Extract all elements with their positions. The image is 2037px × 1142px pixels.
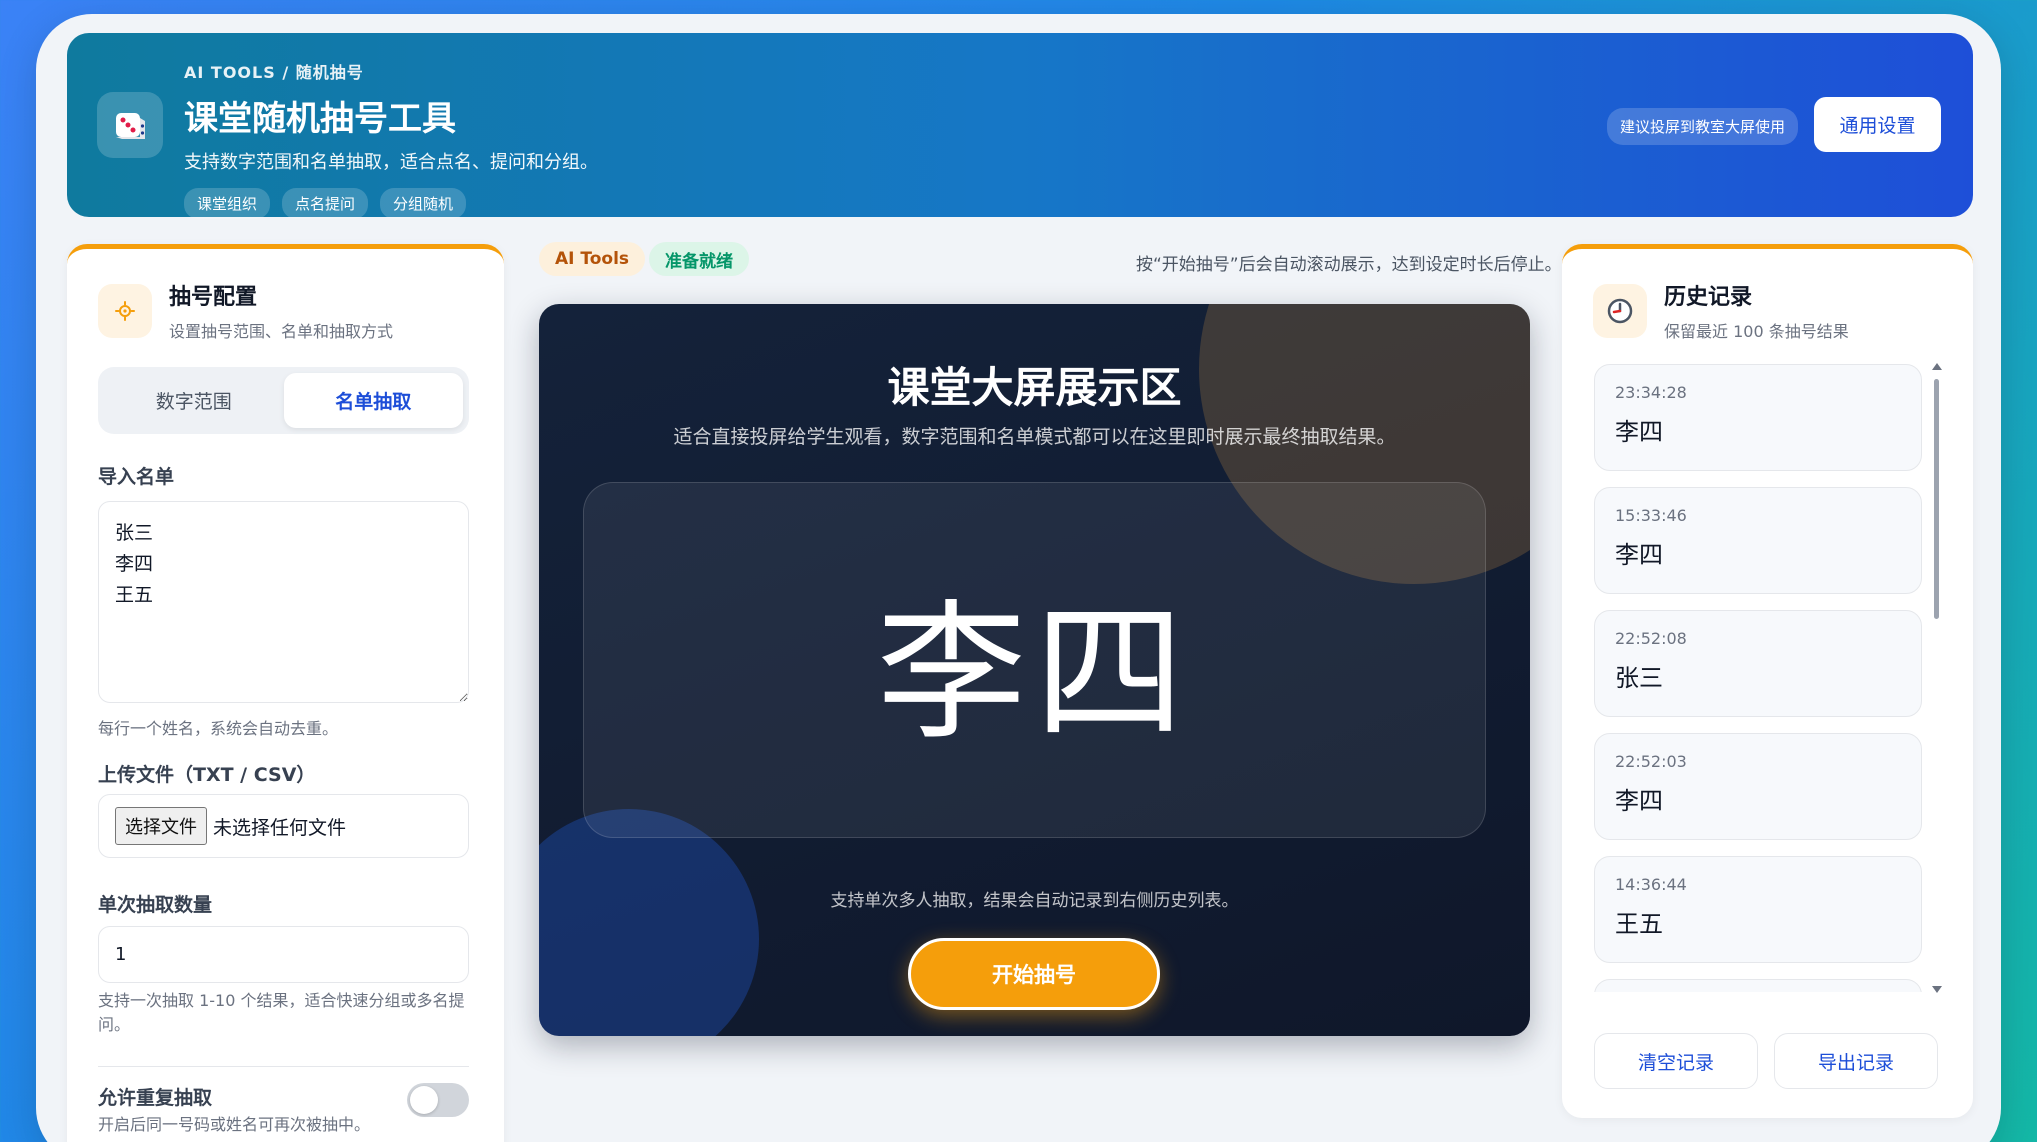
history-item: 22:52:08 张三 — [1594, 610, 1922, 717]
mode-switch: 数字范围 名单抽取 — [98, 367, 469, 434]
breadcrumb: AI TOOLS / 随机抽号 — [184, 63, 364, 82]
file-status: 未选择任何文件 — [213, 816, 347, 839]
stage-footer: 支持单次多人抽取，结果会自动记录到右侧历史列表。 — [830, 891, 1239, 911]
page-subtitle: 支持数字范围和名单抽取，适合点名、提问和分组。 — [184, 152, 598, 173]
repeat-label: 允许重复抽取 — [98, 1087, 213, 1109]
history-value: 李四 — [1615, 541, 1663, 569]
history-time: 22:52:08 — [1615, 629, 1687, 648]
history-scrollbar[interactable] — [1931, 363, 1942, 993]
tag-badge: 分组随机 — [380, 188, 467, 219]
history-item: 22:52:03 李四 — [1594, 733, 1922, 840]
history-value: 李四 — [1615, 787, 1663, 815]
tag-badge: 课堂组织 — [184, 188, 271, 219]
names-hint: 每行一个姓名，系统会自动去重。 — [98, 719, 339, 738]
dice-icon — [97, 92, 163, 158]
config-subtitle: 设置抽号范围、名单和抽取方式 — [169, 322, 394, 341]
page-title: 课堂随机抽号工具 — [184, 99, 456, 139]
history-list: 23:34:28 李四 15:33:46 李四 22:52:08 张三 22:5… — [1594, 364, 1922, 992]
file-input: 选择文件 未选择任何文件 — [98, 794, 469, 858]
result-card: 李四 — [583, 482, 1486, 838]
upload-label: 上传文件（TXT / CSV） — [98, 764, 316, 786]
display-stage: 课堂大屏展示区 适合直接投屏给学生观看，数字范围和名单模式都可以在这里即时展示最… — [539, 304, 1530, 1036]
history-time: 14:36:44 — [1615, 875, 1687, 894]
history-item: 15:33:46 李四 — [1594, 487, 1922, 594]
history-time: 15:33:46 — [1615, 506, 1687, 525]
history-value: 张三 — [1615, 664, 1663, 692]
export-history-button[interactable]: 导出记录 — [1774, 1033, 1938, 1089]
repeat-toggle[interactable] — [407, 1083, 469, 1117]
gear-icon — [98, 283, 152, 338]
scroll-down-icon[interactable] — [1932, 986, 1942, 993]
history-time: 23:34:28 — [1615, 383, 1687, 402]
history-item — [1594, 979, 1922, 992]
names-textarea[interactable]: 张三 李四 王五 — [98, 501, 469, 703]
history-item: 14:36:44 王五 — [1594, 856, 1922, 963]
status-badge: 准备就绪 — [649, 242, 749, 276]
history-value: 王五 — [1615, 910, 1663, 938]
count-hint: 支持一次抽取 1-10 个结果，适合快速分组或多名提问。 — [98, 991, 465, 1034]
clock-icon — [1593, 283, 1647, 338]
count-input[interactable] — [98, 926, 469, 983]
divider — [98, 1066, 469, 1067]
scroll-thumb[interactable] — [1934, 379, 1939, 619]
tag-badge: 点名提问 — [282, 188, 369, 219]
result-display: 李四 — [876, 586, 1193, 761]
history-title: 历史记录 — [1664, 285, 1753, 310]
repeat-hint: 开启后同一号码或姓名可再次被抽中。 — [98, 1115, 371, 1134]
history-value: 李四 — [1615, 418, 1663, 446]
tab-number-range[interactable]: 数字范围 — [104, 373, 284, 428]
stage-subtitle: 适合直接投屏给学生观看，数字范围和名单模式都可以在这里即时展示最终抽取结果。 — [673, 426, 1396, 448]
config-title: 抽号配置 — [169, 285, 258, 310]
settings-button[interactable]: 通用设置 — [1814, 97, 1941, 152]
tab-name-list[interactable]: 名单抽取 — [283, 373, 463, 428]
choose-file-button[interactable]: 选择文件 — [115, 807, 207, 845]
projection-hint-badge: 建议投屏到教室大屏使用 — [1607, 108, 1799, 145]
header-banner: AI TOOLS / 随机抽号 课堂随机抽号工具 支持数字范围和名单抽取，适合点… — [67, 33, 1973, 219]
scroll-up-icon[interactable] — [1932, 363, 1942, 370]
count-label: 单次抽取数量 — [98, 894, 213, 916]
ai-tools-badge: AI Tools — [539, 242, 646, 276]
start-draw-button[interactable]: 开始抽号 — [908, 938, 1160, 1010]
config-panel: 抽号配置 设置抽号范围、名单和抽取方式 数字范围 名单抽取 导入名单 张三 李四… — [67, 244, 504, 1142]
app-frame: AI TOOLS / 随机抽号 课堂随机抽号工具 支持数字范围和名单抽取，适合点… — [36, 14, 2001, 1142]
history-time: 22:52:03 — [1615, 752, 1687, 771]
history-item: 23:34:28 李四 — [1594, 364, 1922, 471]
import-label: 导入名单 — [98, 466, 175, 488]
start-hint: 按“开始抽号”后会自动滚动展示，达到设定时长后停止。 — [1136, 255, 1562, 275]
stage-title: 课堂大屏展示区 — [887, 363, 1182, 412]
history-subtitle: 保留最近 100 条抽号结果 — [1664, 322, 1849, 341]
history-panel: 历史记录 保留最近 100 条抽号结果 23:34:28 李四 15:33:46… — [1562, 244, 1973, 1118]
toggle-knob — [410, 1086, 438, 1114]
clear-history-button[interactable]: 清空记录 — [1594, 1033, 1758, 1089]
decor-blob — [539, 809, 759, 1036]
